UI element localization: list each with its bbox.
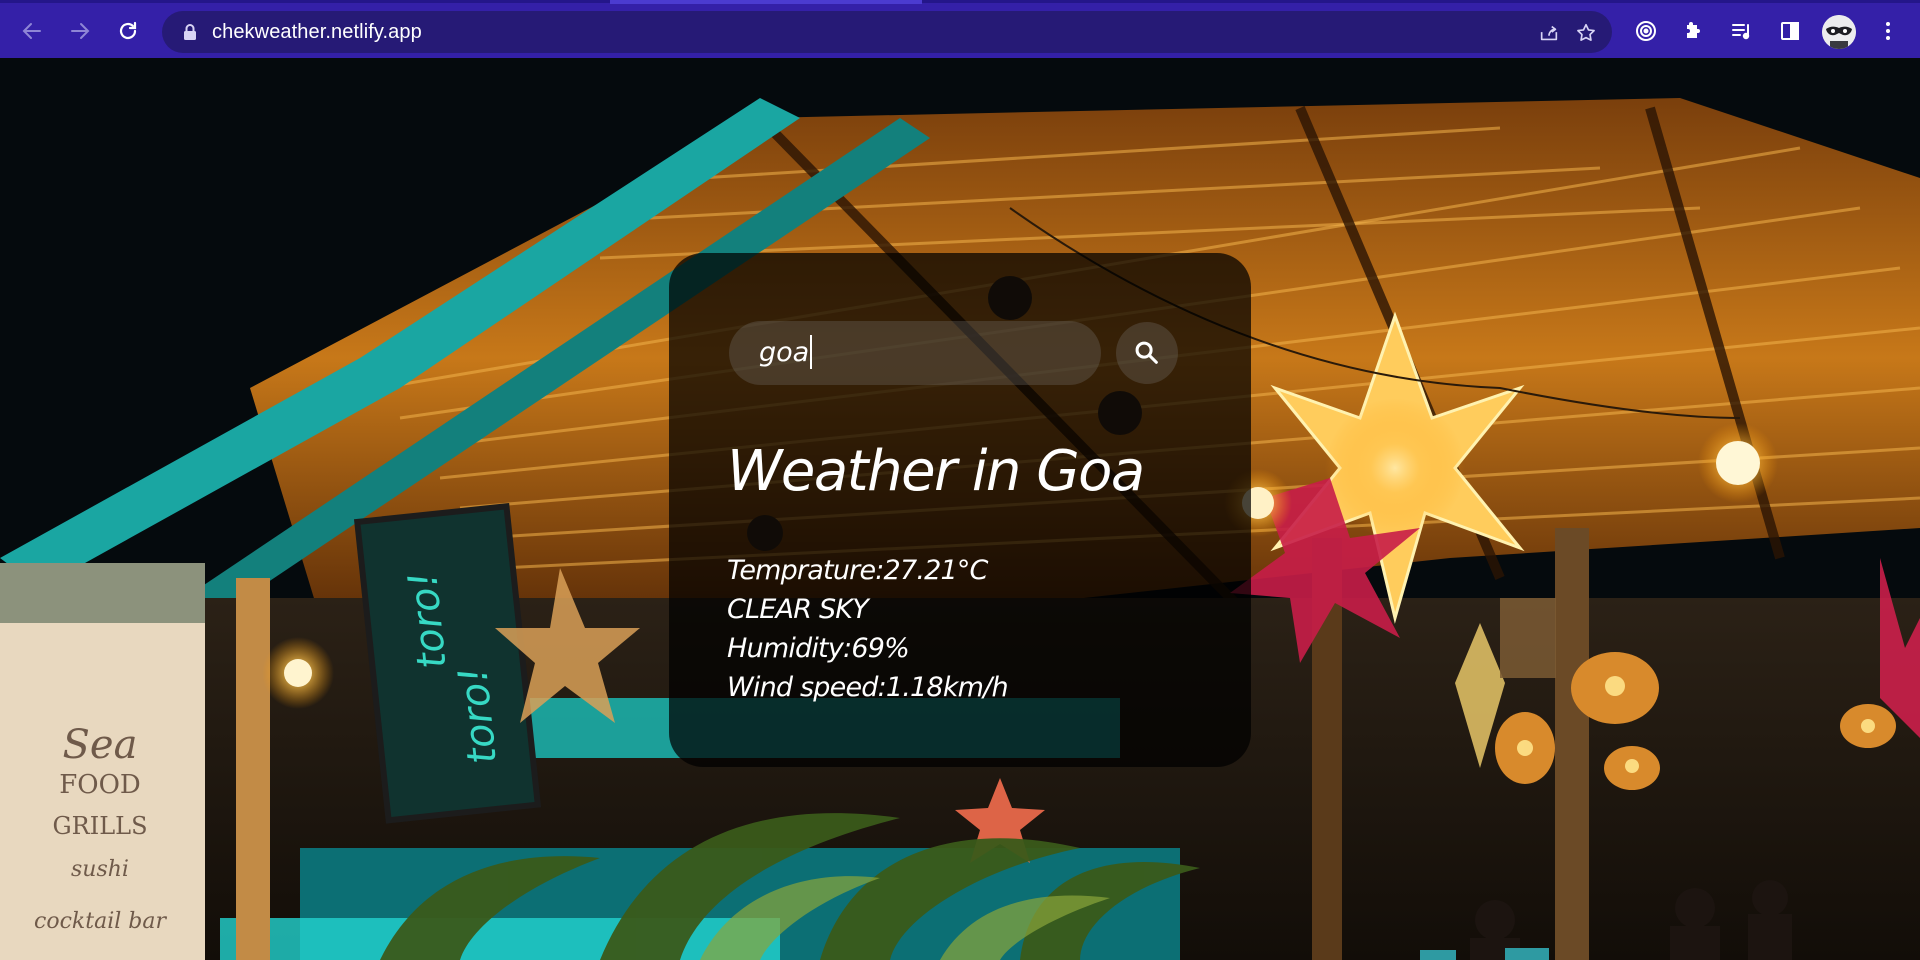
browser-menu-button[interactable] <box>1872 15 1904 47</box>
star-icon <box>1577 23 1595 41</box>
active-tab-indicator <box>610 0 922 4</box>
target-icon <box>1636 21 1656 41</box>
wind-speed-text: Wind speed:1.18km/h <box>727 672 1009 703</box>
avatar[interactable] <box>1822 15 1856 49</box>
temperature-text: Temprature:27.21°C <box>727 555 988 586</box>
banner-line-1: Sea <box>63 722 138 768</box>
banner-line-4: sushi <box>71 857 129 882</box>
weather-description: CLEAR SKY <box>727 594 869 625</box>
bookmark-button[interactable] <box>1572 19 1600 47</box>
side-panel-icon <box>1781 22 1799 40</box>
reload-button[interactable] <box>110 13 146 49</box>
url-text[interactable]: chekweather.netlify.app <box>212 21 422 44</box>
lock-icon[interactable] <box>180 22 200 42</box>
kebab-menu-icon <box>1886 22 1890 40</box>
extension-target-button[interactable] <box>1630 15 1662 47</box>
arrow-left-icon <box>22 23 41 39</box>
arrow-right-icon <box>71 23 90 39</box>
extensions-button[interactable] <box>1678 15 1710 47</box>
media-control-button[interactable] <box>1726 15 1758 47</box>
browser-toolbar: chekweather.netlify.app <box>0 0 1920 58</box>
puzzle-icon <box>1687 22 1700 38</box>
banner-line-3: GRILLS <box>52 812 147 840</box>
search-input[interactable]: goa <box>729 321 1101 385</box>
forward-button[interactable] <box>62 13 98 49</box>
search-icon <box>1135 341 1158 364</box>
share-button[interactable] <box>1535 19 1563 47</box>
address-bar[interactable]: chekweather.netlify.app <box>162 11 1612 53</box>
side-panel-button[interactable] <box>1774 15 1806 47</box>
text-caret <box>810 334 813 369</box>
back-button[interactable] <box>14 13 50 49</box>
weather-card: goa Weather in Goa Temprature:27.21°C CL… <box>669 253 1251 767</box>
banner-line-2: FOOD <box>59 770 141 800</box>
humidity-text: Humidity:69% <box>727 633 910 664</box>
banner-line-5: cocktail bar <box>34 909 167 934</box>
share-icon <box>1540 25 1558 41</box>
playlist-icon <box>1732 24 1750 40</box>
profile-mask-icon <box>1822 15 1856 49</box>
city-title: Weather in Goa <box>727 439 1145 504</box>
search-button[interactable] <box>1116 322 1178 384</box>
reload-icon <box>119 21 137 40</box>
search-input-value[interactable]: goa <box>759 337 809 368</box>
